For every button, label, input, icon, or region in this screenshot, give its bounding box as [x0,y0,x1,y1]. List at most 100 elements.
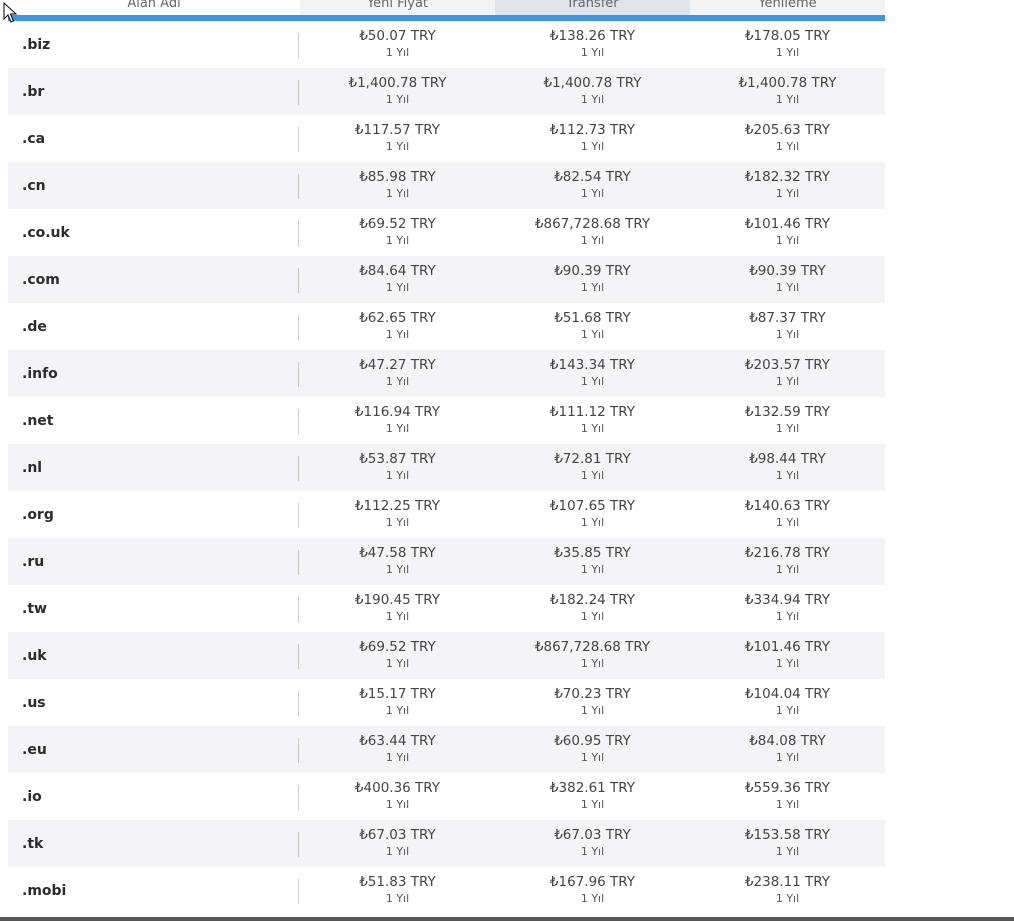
period-label: 1 Yıl [385,657,410,670]
table-row: .us ₺15.17 TRY 1 Yıl ₺70.23 TRY 1 Yıl ₺104.04… [8,679,885,726]
table-row: .ca ₺117.57 TRY 1 Yıl ₺112.73 TRY 1 Yıl ₺205.… [8,115,885,162]
table-row: .biz ₺50.07 TRY 1 Yıl ₺138.26 TRY 1 Yıl ₺178.… [8,21,885,68]
transfer-price: ₺67.03 TRY [554,827,631,843]
tab-register[interactable]: Yeni Fiyat [300,0,495,15]
period-label: 1 Yıl [580,845,605,858]
renew-price: ₺98.44 TRY [749,451,826,467]
transfer-price-cell: ₺35.85 TRY 1 Yıl [495,538,690,585]
tab-renew[interactable]: Yenileme [690,0,885,15]
renew-price-cell: ₺90.39 TRY 1 Yıl [690,256,885,303]
period-label: 1 Yıl [580,422,605,435]
register-price: ₺85.98 TRY [359,169,436,185]
table-body: .biz ₺50.07 TRY 1 Yıl ₺138.26 TRY 1 Yıl ₺178.… [8,21,885,914]
renew-price-cell: ₺1,400.78 TRY 1 Yıl [690,68,885,115]
domain-pricing-table: Alan Adı Yeni Fiyat Transfer Yenileme .b… [8,0,885,914]
period-label: 1 Yıl [775,610,800,623]
tld-name: .us [8,679,300,726]
period-label: 1 Yıl [385,751,410,764]
transfer-price-cell: ₺82.54 TRY 1 Yıl [495,162,690,209]
register-price: ₺190.45 TRY [354,592,441,608]
transfer-price: ₺51.68 TRY [554,310,631,326]
register-price: ₺62.65 TRY [359,310,436,326]
renew-price: ₺216.78 TRY [744,545,831,561]
register-price: ₺69.52 TRY [359,216,436,232]
register-price: ₺84.64 TRY [359,263,436,279]
register-price-cell: ₺400.36 TRY 1 Yıl [300,773,495,820]
table-row: .org ₺112.25 TRY 1 Yıl ₺107.65 TRY 1 Yıl ₺140… [8,491,885,538]
transfer-price: ₺107.65 TRY [549,498,636,514]
renew-price: ₺178.05 TRY [744,28,831,44]
renew-price: ₺104.04 TRY [744,686,831,702]
register-price-cell: ₺69.52 TRY 1 Yıl [300,632,495,679]
period-label: 1 Yıl [775,892,800,905]
transfer-price: ₺382.61 TRY [549,780,636,796]
register-price: ₺116.94 TRY [354,404,441,420]
renew-price-cell: ₺559.36 TRY 1 Yıl [690,773,885,820]
table-header: Alan Adı Yeni Fiyat Transfer Yenileme [8,0,885,21]
register-price-cell: ₺53.87 TRY 1 Yıl [300,444,495,491]
period-label: 1 Yıl [580,657,605,670]
transfer-price-cell: ₺143.34 TRY 1 Yıl [495,350,690,397]
transfer-price: ₺35.85 TRY [554,545,631,561]
period-label: 1 Yıl [385,422,410,435]
mouse-pointer-icon [3,2,18,23]
register-price: ₺69.52 TRY [359,639,436,655]
period-label: 1 Yıl [385,845,410,858]
transfer-price-cell: ₺67.03 TRY 1 Yıl [495,820,690,867]
period-label: 1 Yıl [775,751,800,764]
period-label: 1 Yıl [775,375,800,388]
tld-name: .biz [8,21,300,68]
register-price-cell: ₺47.58 TRY 1 Yıl [300,538,495,585]
table-row: .info ₺47.27 TRY 1 Yıl ₺143.34 TRY 1 Yıl ₺203… [8,350,885,397]
period-label: 1 Yıl [580,375,605,388]
table-row: .uk ₺69.52 TRY 1 Yıl ₺867,728.68 TRY 1 Yıl ₺1… [8,632,885,679]
register-price: ₺47.58 TRY [359,545,436,561]
table-row: .mobi ₺51.83 TRY 1 Yıl ₺167.96 TRY 1 Yıl ₺238… [8,867,885,914]
window-bottom-border [0,917,1014,921]
period-label: 1 Yıl [385,140,410,153]
table-row: .com ₺84.64 TRY 1 Yıl ₺90.39 TRY 1 Yıl ₺90.39… [8,256,885,303]
table-row: .cn ₺85.98 TRY 1 Yıl ₺82.54 TRY 1 Yıl ₺182.32… [8,162,885,209]
renew-price: ₺203.57 TRY [744,357,831,373]
table-row: .ru ₺47.58 TRY 1 Yıl ₺35.85 TRY 1 Yıl ₺216.78… [8,538,885,585]
renew-price: ₺1,400.78 TRY [738,75,837,91]
period-label: 1 Yıl [775,328,800,341]
register-price: ₺67.03 TRY [359,827,436,843]
tld-name: .br [8,68,300,115]
transfer-price-cell: ₺111.12 TRY 1 Yıl [495,397,690,444]
transfer-price-cell: ₺60.95 TRY 1 Yıl [495,726,690,773]
renew-price-cell: ₺203.57 TRY 1 Yıl [690,350,885,397]
transfer-price: ₺72.81 TRY [554,451,631,467]
tld-name: .eu [8,726,300,773]
table-row: .tw ₺190.45 TRY 1 Yıl ₺182.24 TRY 1 Yıl ₺334.… [8,585,885,632]
renew-price: ₺182.32 TRY [744,169,831,185]
period-label: 1 Yıl [385,328,410,341]
period-label: 1 Yıl [580,516,605,529]
header-tld[interactable]: Alan Adı [8,0,300,15]
tld-name: .ca [8,115,300,162]
period-label: 1 Yıl [775,516,800,529]
transfer-price-cell: ₺182.24 TRY 1 Yıl [495,585,690,632]
register-price-cell: ₺62.65 TRY 1 Yıl [300,303,495,350]
renew-price-cell: ₺216.78 TRY 1 Yıl [690,538,885,585]
register-price: ₺15.17 TRY [359,686,436,702]
transfer-price-cell: ₺867,728.68 TRY 1 Yıl [495,209,690,256]
tab-transfer[interactable]: Transfer [495,0,690,15]
transfer-price: ₺60.95 TRY [554,733,631,749]
register-price: ₺112.25 TRY [354,498,441,514]
tld-name: .cn [8,162,300,209]
transfer-price: ₺70.23 TRY [554,686,631,702]
period-label: 1 Yıl [385,187,410,200]
transfer-price-cell: ₺138.26 TRY 1 Yıl [495,21,690,68]
table-row: .net ₺116.94 TRY 1 Yıl ₺111.12 TRY 1 Yıl ₺132… [8,397,885,444]
register-price-cell: ₺190.45 TRY 1 Yıl [300,585,495,632]
renew-price: ₺205.63 TRY [744,122,831,138]
renew-price-cell: ₺104.04 TRY 1 Yıl [690,679,885,726]
register-price-cell: ₺63.44 TRY 1 Yıl [300,726,495,773]
period-label: 1 Yıl [775,845,800,858]
renew-price: ₺84.08 TRY [749,733,826,749]
period-label: 1 Yıl [580,187,605,200]
renew-price: ₺559.36 TRY [744,780,831,796]
renew-price-cell: ₺101.46 TRY 1 Yıl [690,632,885,679]
transfer-price-cell: ₺1,400.78 TRY 1 Yıl [495,68,690,115]
